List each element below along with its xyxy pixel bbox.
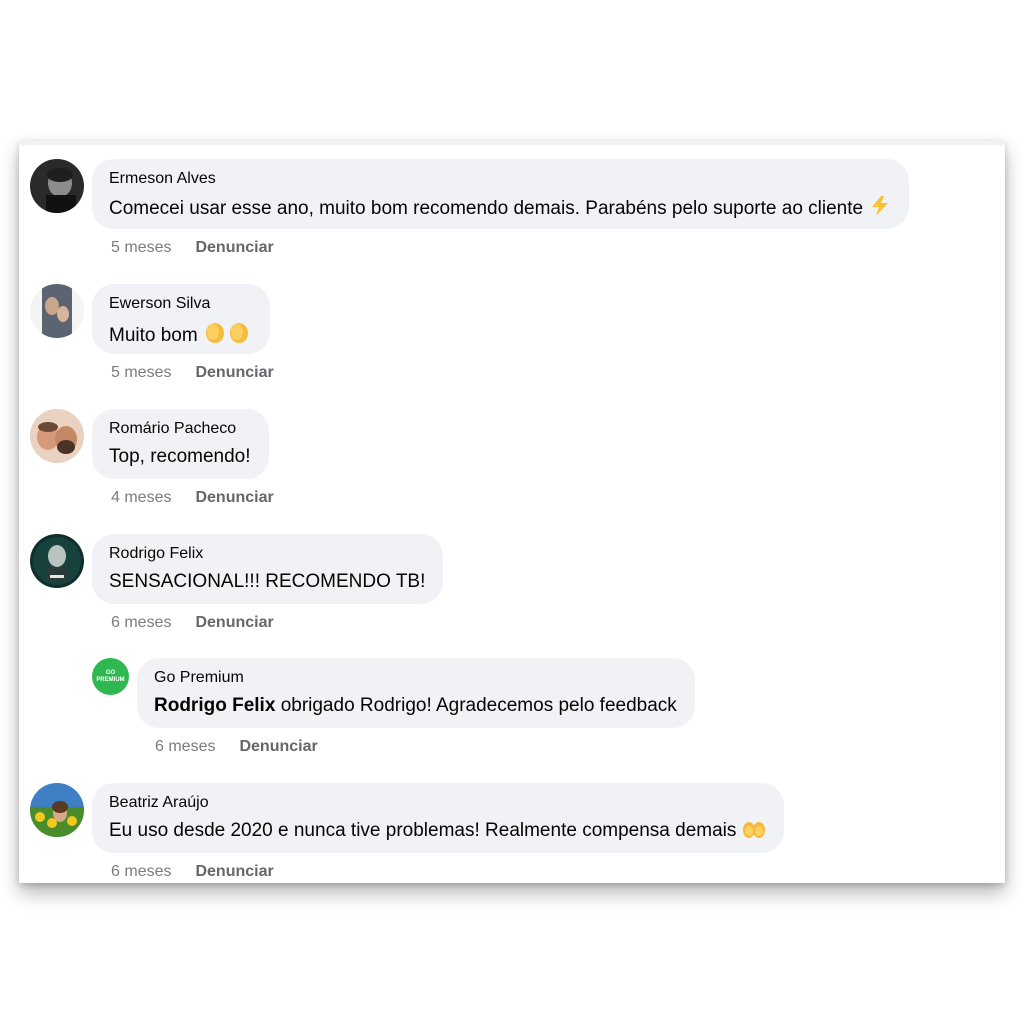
- avatar[interactable]: [30, 284, 84, 338]
- avatar[interactable]: GO PREMIUM: [92, 658, 129, 695]
- report-link[interactable]: Denunciar: [195, 863, 273, 880]
- avatar[interactable]: [30, 409, 84, 463]
- brand-logo-text: GO PREMIUM: [96, 669, 125, 683]
- comments-panel: Ermeson Alves Comecei usar esse ano, mui…: [19, 141, 1005, 883]
- lightning-icon: [869, 195, 891, 224]
- comment-timestamp[interactable]: 6 meses: [111, 614, 171, 631]
- comment-bubble: Romário Pacheco Top, recomendo!: [92, 409, 269, 479]
- comment-author[interactable]: Ermeson Alves: [109, 169, 891, 189]
- comment-meta: 5 meses Denunciar: [111, 363, 274, 383]
- comment-timestamp[interactable]: 6 meses: [111, 863, 171, 880]
- comment-meta: 4 meses Denunciar: [111, 488, 274, 508]
- comment-timestamp[interactable]: 6 meses: [155, 738, 215, 755]
- comment-author[interactable]: Beatriz Araújo: [109, 793, 766, 813]
- comment-text: Muito bom: [109, 320, 252, 351]
- report-link[interactable]: Denunciar: [195, 364, 273, 381]
- comment-bubble: Ewerson Silva Muito bom: [92, 284, 270, 354]
- comment-timestamp[interactable]: 5 meses: [111, 364, 171, 381]
- comment-author[interactable]: Ewerson Silva: [109, 294, 252, 314]
- report-link[interactable]: Denunciar: [239, 738, 317, 755]
- comment-meta: 6 meses Denunciar: [155, 737, 318, 757]
- comment-text: Eu uso desde 2020 e nunca tive problemas…: [109, 819, 766, 846]
- comment-author[interactable]: Go Premium: [154, 668, 677, 688]
- mention-link[interactable]: Rodrigo Felix: [154, 695, 275, 716]
- comment-bubble: Ermeson Alves Comecei usar esse ano, mui…: [92, 159, 910, 229]
- comment-meta: 5 meses Denunciar: [111, 238, 274, 258]
- comment-timestamp[interactable]: 5 meses: [111, 239, 171, 256]
- comment-text: SENSACIONAL!!! RECOMENDO TB!: [109, 571, 426, 592]
- raising-hands-icon: [742, 819, 766, 846]
- comment-meta: 6 meses Denunciar: [111, 862, 274, 882]
- comment-author[interactable]: Romário Pacheco: [109, 419, 251, 439]
- avatar[interactable]: [30, 159, 84, 213]
- comment-meta: 6 meses Denunciar: [111, 613, 274, 633]
- comment-bubble: Go Premium Rodrigo Felix obrigado Rodrig…: [137, 658, 695, 728]
- comment-bubble: Beatriz Araújo Eu uso desde 2020 e nunca…: [92, 783, 785, 853]
- report-link[interactable]: Denunciar: [195, 239, 273, 256]
- clapping-hands-icon: [204, 320, 252, 351]
- avatar[interactable]: [30, 534, 84, 588]
- comment-text: Comecei usar esse ano, muito bom recomen…: [109, 195, 891, 224]
- comment-text: Rodrigo Felix obrigado Rodrigo! Agradece…: [154, 695, 677, 716]
- report-link[interactable]: Denunciar: [195, 489, 273, 506]
- report-link[interactable]: Denunciar: [195, 614, 273, 631]
- comment-author[interactable]: Rodrigo Felix: [109, 544, 425, 564]
- comment-text: Top, recomendo!: [109, 446, 251, 467]
- comment-timestamp[interactable]: 4 meses: [111, 489, 171, 506]
- avatar[interactable]: [30, 783, 84, 837]
- comment-bubble: Rodrigo Felix SENSACIONAL!!! RECOMENDO T…: [92, 534, 444, 604]
